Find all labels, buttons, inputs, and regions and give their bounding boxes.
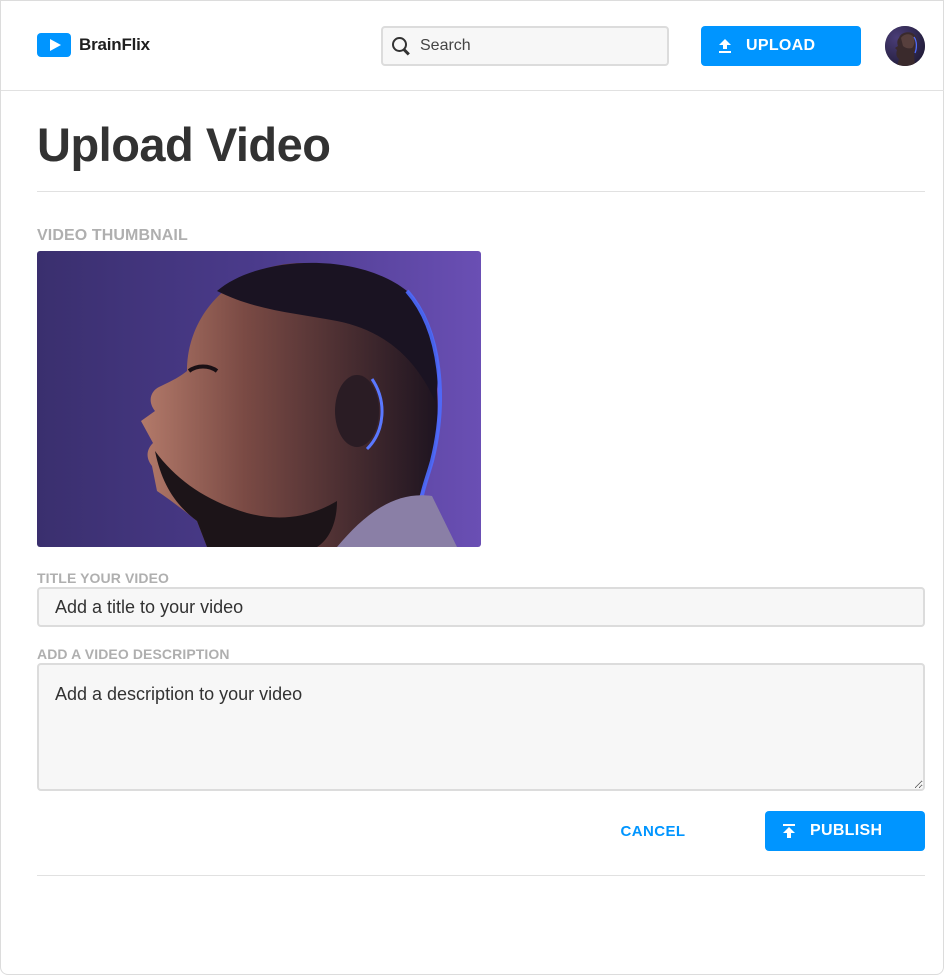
brand-logo[interactable]: BrainFlix: [37, 32, 150, 58]
upload-button-label: UPLOAD: [746, 37, 816, 54]
footer-divider: [37, 875, 925, 876]
title-label: TITLE YOUR VIDEO: [37, 570, 170, 586]
play-icon: [37, 33, 71, 57]
site-header: BrainFlix UPLOAD: [1, 1, 944, 91]
brand-name: BrainFlix: [79, 35, 150, 54]
search-icon: [391, 36, 411, 56]
avatar-image: [885, 26, 925, 66]
publish-button-label: PUBLISH: [810, 822, 883, 839]
description-label: ADD A VIDEO DESCRIPTION: [37, 646, 230, 662]
publish-icon: [783, 824, 795, 838]
upload-button[interactable]: UPLOAD: [701, 26, 861, 66]
upload-icon: [719, 39, 731, 53]
video-thumbnail: [37, 251, 481, 547]
cancel-button[interactable]: CANCEL: [591, 811, 715, 851]
thumbnail-portrait-image: [37, 251, 481, 547]
avatar[interactable]: [885, 26, 925, 66]
video-description-input[interactable]: [37, 663, 925, 791]
search-input[interactable]: [420, 37, 650, 55]
video-title-input[interactable]: [37, 587, 925, 627]
publish-button[interactable]: PUBLISH: [765, 811, 925, 851]
page-title: Upload Video: [37, 118, 331, 171]
thumbnail-label: VIDEO THUMBNAIL: [37, 227, 188, 244]
search-box[interactable]: [381, 26, 669, 66]
title-divider: [37, 191, 925, 192]
app-window: BrainFlix UPLOAD: [0, 0, 944, 975]
